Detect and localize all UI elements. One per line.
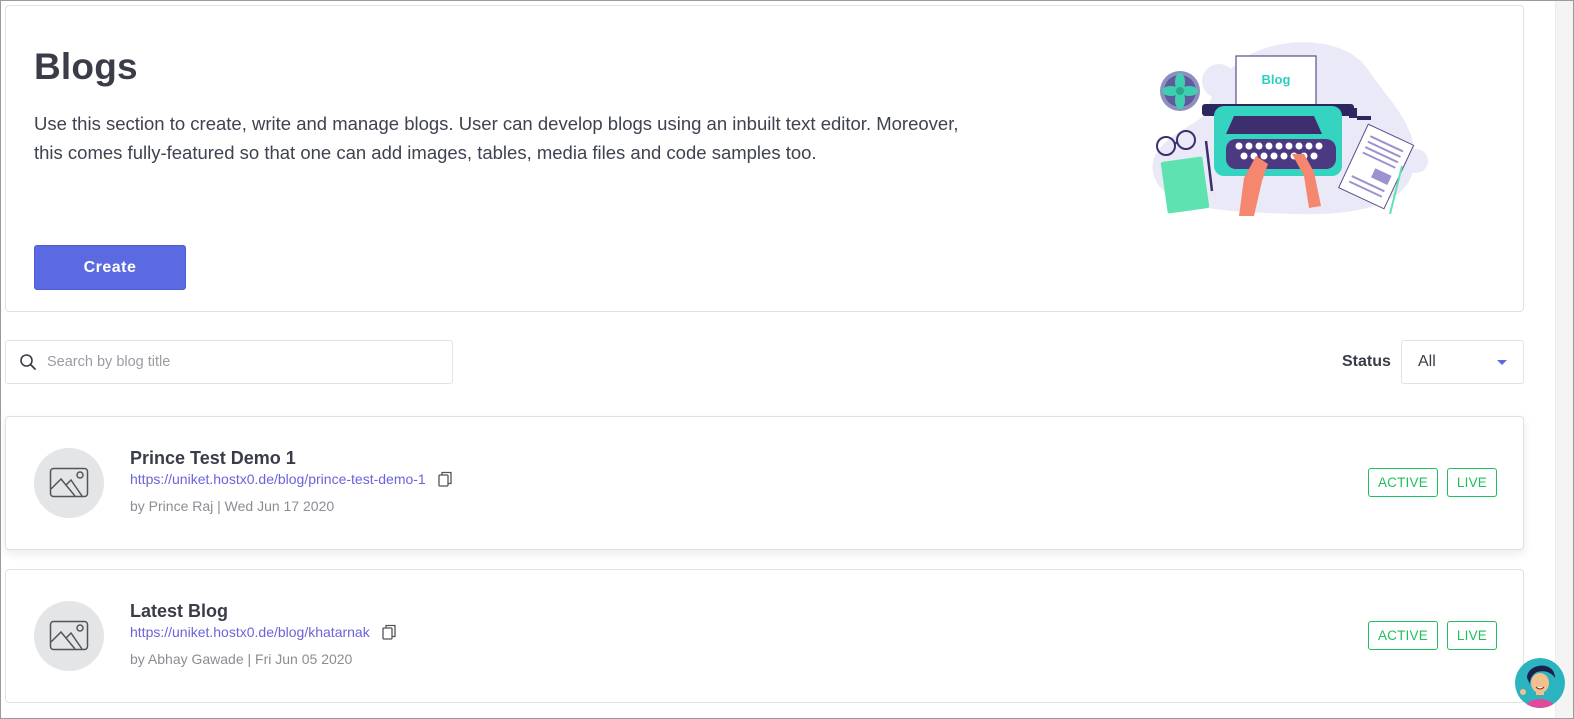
status-filter-dropdown[interactable]: All [1401, 340, 1524, 384]
illustration-paper-text: Blog [1262, 72, 1291, 87]
blog-list-item[interactable]: Prince Test Demo 1 https://uniket.hostx0… [5, 416, 1524, 550]
caret-down-icon [1497, 360, 1507, 365]
page-description: Use this section to create, write and ma… [34, 113, 959, 163]
status-filter-value: All [1418, 353, 1436, 370]
blog-title[interactable]: Prince Test Demo 1 [130, 448, 296, 469]
create-blog-button[interactable]: Create [34, 245, 186, 290]
blog-thumbnail [34, 601, 104, 671]
image-placeholder-icon [49, 467, 89, 498]
blog-author-date: by Prince Raj | Wed Jun 17 2020 [130, 498, 335, 514]
blog-title[interactable]: Latest Blog [130, 601, 228, 622]
blog-list-item[interactable]: Latest Blog https://uniket.hostx0.de/blo… [5, 569, 1524, 703]
status-badge-live: LIVE [1446, 621, 1497, 650]
blog-author-date: by Abhay Gawade | Fri Jun 05 2020 [130, 651, 353, 667]
blog-url-link[interactable]: https://uniket.hostx0.de/blog/prince-tes… [130, 471, 426, 487]
image-placeholder-icon [49, 620, 89, 651]
copy-icon[interactable] [382, 624, 396, 640]
blog-url-link[interactable]: https://uniket.hostx0.de/blog/khatarnak [130, 624, 370, 640]
search-box[interactable] [5, 340, 453, 384]
search-icon [20, 354, 36, 370]
blogs-header-card: Blogs Use this section to create, write … [5, 5, 1524, 312]
page-scrollbar[interactable] [1555, 1, 1573, 718]
copy-icon[interactable] [438, 471, 452, 487]
support-chat-avatar[interactable] [1515, 658, 1565, 708]
status-badge-active: ACTIVE [1367, 621, 1438, 650]
status-badge-live: LIVE [1446, 468, 1497, 497]
status-filter-label: Status [1342, 353, 1391, 370]
blog-thumbnail [34, 448, 104, 518]
page-title: Blogs [34, 46, 138, 87]
typewriter-illustration: Blog [1152, 42, 1428, 216]
status-badge-active: ACTIVE [1367, 468, 1438, 497]
search-input[interactable] [47, 354, 427, 370]
